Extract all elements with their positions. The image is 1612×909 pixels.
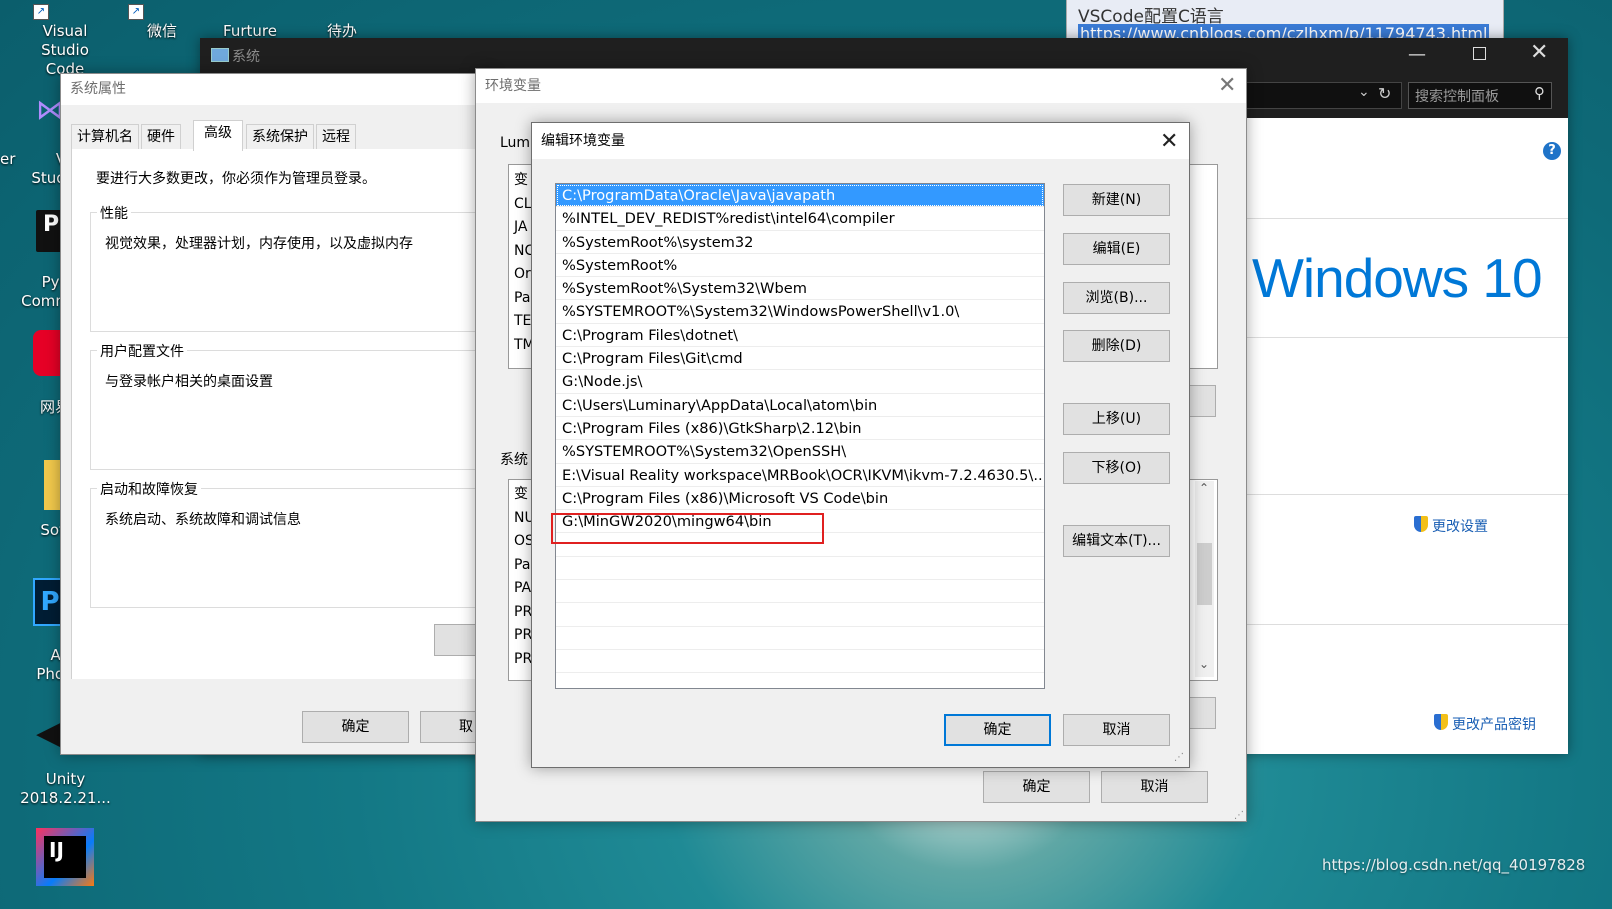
shortcut-arrow-icon: ↗ xyxy=(33,4,49,20)
cancel-button[interactable]: 取消 xyxy=(1101,771,1208,803)
close-button[interactable]: ✕ xyxy=(1530,40,1548,65)
watermark: https://blog.csdn.net/qq_40197828 xyxy=(1322,856,1586,874)
startup-recovery-legend: 启动和故障恢复 xyxy=(97,479,201,499)
list-item[interactable]: %SystemRoot%\System32\Wbem xyxy=(556,277,1044,301)
shortcut-arrow-icon: ↗ xyxy=(128,4,144,20)
search-icon: ⚲ xyxy=(1534,84,1545,102)
ok-button[interactable]: 确定 xyxy=(983,771,1090,803)
user-profiles-legend: 用户配置文件 xyxy=(97,341,187,361)
tab-system-protection[interactable]: 系统保护 xyxy=(246,124,314,149)
user-profiles-description: 与登录帐户相关的桌面设置 xyxy=(105,374,273,390)
move-down-button[interactable]: 下移(O) xyxy=(1063,452,1170,484)
ok-button[interactable]: 确定 xyxy=(944,714,1051,746)
resize-grip-icon[interactable]: ⋰ xyxy=(1234,810,1244,821)
edit-text-button[interactable]: 编辑文本(T)... xyxy=(1063,525,1170,557)
list-item[interactable]: C:\Program Files\dotnet\ xyxy=(556,324,1044,348)
scroll-down-icon[interactable]: ⌄ xyxy=(1199,657,1209,671)
window-title: 系统属性 xyxy=(61,74,491,105)
scroll-up-icon[interactable]: ⌃ xyxy=(1199,481,1209,495)
desktop-icon-label: 微信 xyxy=(146,22,177,40)
path-entries-list[interactable]: C:\ProgramData\Oracle\Java\javapath %INT… xyxy=(555,183,1045,689)
tab-hardware[interactable]: 硬件 xyxy=(141,124,181,149)
list-item[interactable] xyxy=(556,673,1044,688)
window-title: 环境变量 xyxy=(476,69,1246,103)
close-icon[interactable]: ✕ xyxy=(1160,131,1178,153)
list-item[interactable]: C:\ProgramData\Oracle\Java\javapath xyxy=(556,184,1044,208)
maximize-button[interactable] xyxy=(1473,47,1486,60)
new-button[interactable]: 新建(N) xyxy=(1063,184,1170,216)
change-product-key-link[interactable]: 更改产品密钥 xyxy=(1452,714,1536,734)
minimize-button[interactable]: — xyxy=(1408,44,1426,65)
list-item[interactable]: C:\Users\Luminary\AppData\Local\atom\bin xyxy=(556,394,1044,417)
search-placeholder: 搜索控制面板 xyxy=(1415,89,1499,105)
desktop-icon-label: Visual xyxy=(42,22,88,40)
divider xyxy=(1242,624,1568,625)
divider xyxy=(1242,218,1568,219)
desktop-icon-todo[interactable]: 待办 xyxy=(302,4,382,41)
desktop-icon-unity[interactable]: Unity 2018.2.21... xyxy=(18,770,113,808)
admin-note: 要进行大多数更改，你必须作为管理员登录。 xyxy=(96,171,376,187)
browser-fragment: VSCode配置C语言 https://www.cnblogs.com/czlh… xyxy=(1066,0,1504,40)
close-icon[interactable]: ✕ xyxy=(1218,75,1236,97)
tab-advanced[interactable]: 高级 xyxy=(193,120,243,151)
user-profiles-group: 用户配置文件 与登录帐户相关的桌面设置 xyxy=(90,341,494,470)
ok-button[interactable]: 确定 xyxy=(302,711,409,743)
list-item[interactable]: C:\Program Files\Git\cmd xyxy=(556,347,1044,371)
desktop-icon-label: 2018.2.21... xyxy=(20,789,111,807)
list-item[interactable] xyxy=(556,650,1044,674)
dialog-title: 编辑环境变量 xyxy=(532,123,1189,159)
system-icon xyxy=(211,48,229,62)
desktop-icon-furture[interactable]: Furture xyxy=(210,4,290,41)
refresh-icon[interactable]: ↻ xyxy=(1378,84,1391,103)
system-variables-label: 系统 xyxy=(500,452,528,468)
performance-legend: 性能 xyxy=(97,203,131,223)
system-properties-window: 系统属性 计算机名 硬件 高级 系统保护 远程 要进行大多数更改，你必须作为管理… xyxy=(60,73,500,755)
list-item[interactable]: %SYSTEMROOT%\System32\WindowsPowerShell\… xyxy=(556,300,1044,324)
tab-page: 要进行大多数更改，你必须作为管理员登录。 性能 视觉效果，处理器计划，内存使用，… xyxy=(71,149,494,679)
shield-icon xyxy=(1414,516,1428,532)
control-panel-content: ? Windows 10 更改设置 更改产品密钥 xyxy=(1242,118,1568,754)
divider xyxy=(1242,337,1568,338)
shield-icon xyxy=(1434,714,1448,730)
search-input[interactable]: 搜索控制面板 ⚲ xyxy=(1408,82,1552,109)
list-item[interactable]: C:\Program Files (x86)\GtkSharp\2.12\bin xyxy=(556,417,1044,441)
delete-button[interactable]: 删除(D) xyxy=(1063,330,1170,362)
performance-description: 视觉效果，处理器计划，内存使用，以及虚拟内存 xyxy=(105,236,413,252)
tab-computer-name[interactable]: 计算机名 xyxy=(71,124,139,149)
list-item[interactable]: %SystemRoot%\system32 xyxy=(556,231,1044,254)
browse-button[interactable]: 浏览(B)... xyxy=(1063,282,1170,314)
startup-recovery-description: 系统启动、系统故障和调试信息 xyxy=(105,512,301,528)
list-item[interactable] xyxy=(556,603,1044,627)
scrollbar[interactable]: ⌃ ⌄ xyxy=(1195,481,1214,677)
list-item[interactable]: %SystemRoot% xyxy=(556,254,1044,278)
list-item[interactable]: %SYSTEMROOT%\System32\OpenSSH\ xyxy=(556,440,1044,464)
list-item[interactable] xyxy=(556,580,1044,604)
divider xyxy=(1242,494,1568,495)
list-item[interactable] xyxy=(556,627,1044,650)
edit-button[interactable]: 编辑(E) xyxy=(1063,233,1170,265)
list-item[interactable]: C:\Program Files (x86)\Microsoft VS Code… xyxy=(556,487,1044,511)
startup-recovery-group: 启动和故障恢复 系统启动、系统故障和调试信息 xyxy=(90,479,494,608)
resize-grip-icon[interactable]: ⋰ xyxy=(1174,752,1184,763)
scroll-thumb[interactable] xyxy=(1197,543,1212,605)
desktop-icon-label: er xyxy=(0,150,16,168)
tab-remote[interactable]: 远程 xyxy=(316,124,356,149)
list-item[interactable] xyxy=(556,557,1044,581)
cancel-button[interactable]: 取消 xyxy=(1063,714,1170,746)
chevron-down-icon[interactable]: ⌄ xyxy=(1358,84,1370,100)
performance-group: 性能 视觉效果，处理器计划，内存使用，以及虚拟内存 xyxy=(90,203,494,332)
highlight-box xyxy=(551,513,824,544)
user-variables-label: Lum xyxy=(500,135,531,151)
control-panel-title: 系统 xyxy=(232,49,260,65)
list-item[interactable]: %INTEL_DEV_REDIST%redist\intel64\compile… xyxy=(556,207,1044,231)
desktop-icon-label: Unity xyxy=(45,770,86,788)
windows-10-logo: Windows 10 xyxy=(1252,247,1543,309)
help-icon[interactable]: ? xyxy=(1543,142,1561,160)
address-bar[interactable] xyxy=(1230,82,1402,109)
list-item[interactable]: G:\Node.js\ xyxy=(556,370,1044,394)
intellij-icon[interactable]: IJ xyxy=(36,828,94,886)
change-settings-link[interactable]: 更改设置 xyxy=(1432,516,1488,536)
list-item[interactable]: E:\Visual Reality workspace\MRBook\OCR\I… xyxy=(556,464,1044,487)
move-up-button[interactable]: 上移(U) xyxy=(1063,403,1170,435)
